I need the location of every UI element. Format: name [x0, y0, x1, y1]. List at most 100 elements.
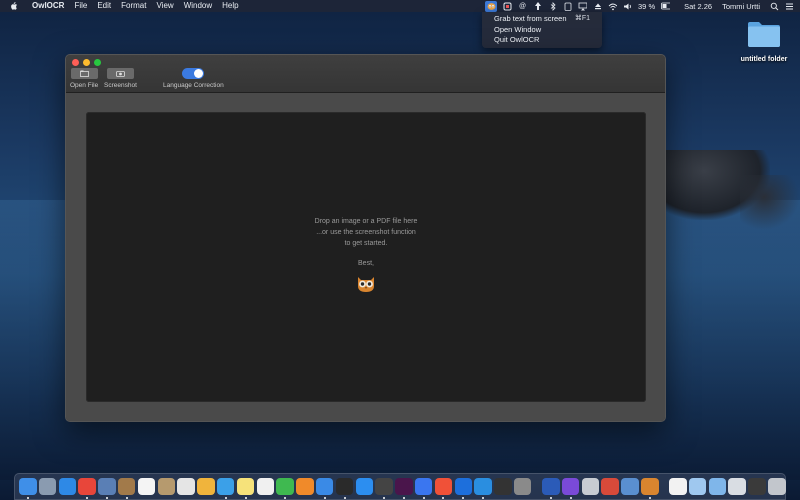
- vscode-icon[interactable]: [474, 477, 492, 500]
- drop-instructions-line1: Drop an image or a PDF file here: [314, 218, 418, 225]
- language-correction-toggle[interactable]: [182, 68, 205, 79]
- running-indicator: [648, 497, 651, 500]
- document-icon[interactable]: [669, 477, 687, 496]
- console-icon[interactable]: [513, 477, 532, 496]
- screenshot-button[interactable]: [106, 68, 134, 79]
- menu-file[interactable]: File: [74, 0, 87, 12]
- image-drop-zone[interactable]: Drop an image or a PDF file here ...or u…: [86, 112, 646, 402]
- pages-icon[interactable]: [256, 477, 275, 496]
- menu-edit[interactable]: Edit: [97, 0, 111, 12]
- battery-percentage: 39 %: [638, 1, 656, 11]
- running-indicator: [26, 497, 29, 500]
- filemerge-icon[interactable]: [621, 477, 639, 496]
- contacts-icon[interactable]: [157, 477, 176, 496]
- keynote-icon[interactable]: [315, 477, 334, 500]
- owlocr-status-icon[interactable]: [485, 0, 498, 12]
- dock: [14, 473, 786, 500]
- running-indicator: [105, 497, 108, 500]
- minimize-button[interactable]: [83, 59, 90, 66]
- scanner-icon[interactable]: [581, 477, 600, 496]
- chrome-icon[interactable]: [78, 477, 96, 500]
- running-indicator: [462, 497, 465, 500]
- xcode-icon[interactable]: [454, 477, 473, 500]
- terminal-doc-icon[interactable]: [748, 477, 766, 496]
- menu-bar-clock[interactable]: Sat 2.26: [684, 2, 712, 11]
- eject-icon[interactable]: [593, 2, 602, 11]
- battery-icon[interactable]: [661, 2, 671, 11]
- menu-item-grab-text-label: Grab text from screen: [494, 14, 567, 23]
- signal-icon[interactable]: [414, 477, 433, 500]
- instruments-icon[interactable]: [494, 477, 512, 496]
- folder-downloads-icon[interactable]: [708, 477, 727, 496]
- books-icon[interactable]: [296, 477, 314, 496]
- menu-item-grab-text[interactable]: Grab text from screen ⌘F1: [482, 14, 602, 25]
- menu-item-quit-label: Quit OwlOCR: [494, 35, 540, 44]
- menu-item-quit[interactable]: Quit OwlOCR: [482, 35, 602, 46]
- menu-window[interactable]: Window: [184, 0, 212, 12]
- preview-photos-icon[interactable]: [177, 477, 195, 496]
- screenshot-tool[interactable]: Screenshot: [104, 68, 137, 89]
- menu-view[interactable]: View: [156, 0, 173, 12]
- activity-monitor-icon[interactable]: [375, 477, 393, 500]
- language-correction-label: Language Correction: [163, 82, 224, 89]
- clipboard-icon[interactable]: [563, 2, 572, 11]
- app-store-icon[interactable]: [355, 477, 374, 496]
- menu-bar-user[interactable]: Tommi Urtti: [722, 2, 760, 11]
- airplay-icon[interactable]: [578, 2, 588, 11]
- menu-format[interactable]: Format: [121, 0, 146, 12]
- running-indicator: [383, 497, 386, 500]
- word-icon[interactable]: [542, 477, 560, 500]
- slack-icon[interactable]: [395, 477, 413, 500]
- messages-blue-icon[interactable]: [216, 477, 235, 500]
- desktop-folder[interactable]: untitled folder: [733, 20, 795, 63]
- volume-icon[interactable]: [623, 2, 632, 11]
- owlocr-window: Open File Screenshot Language Correction…: [65, 54, 666, 422]
- desktop-folder-label: untitled folder: [740, 56, 788, 63]
- photos-icon[interactable]: [197, 477, 215, 496]
- menu-item-grab-text-shortcut: ⌘F1: [574, 15, 590, 22]
- calendar-icon[interactable]: [137, 477, 156, 496]
- wifi-icon[interactable]: [608, 2, 618, 11]
- screen-record-icon[interactable]: [503, 2, 512, 11]
- preview-icon[interactable]: [98, 477, 116, 500]
- owlocr-icon[interactable]: [641, 477, 659, 500]
- screenshot-icon[interactable]: [728, 477, 746, 496]
- bluetooth-icon[interactable]: [548, 1, 557, 11]
- safari-icon[interactable]: [58, 477, 77, 496]
- apple-menu-icon[interactable]: [10, 1, 20, 11]
- terminal-icon[interactable]: [335, 477, 354, 500]
- folder-icon[interactable]: [688, 477, 707, 496]
- running-indicator: [284, 497, 287, 500]
- drop-signoff: Best,: [358, 260, 374, 267]
- finder-icon[interactable]: [19, 477, 37, 500]
- photo-booth-icon[interactable]: [601, 477, 619, 496]
- cloud-sync-icon[interactable]: [533, 1, 542, 11]
- menu-item-open-window[interactable]: Open Window: [482, 25, 602, 36]
- trash-icon[interactable]: [768, 477, 786, 496]
- zoom-button[interactable]: [94, 59, 101, 66]
- notes-icon[interactable]: [236, 477, 255, 500]
- desktop-wallpaper-rock: [740, 175, 800, 230]
- language-correction-tool[interactable]: Language Correction: [163, 68, 224, 89]
- launchpad-icon[interactable]: [38, 477, 57, 496]
- open-file-tool[interactable]: Open File: [70, 68, 98, 89]
- close-button[interactable]: [72, 59, 79, 66]
- running-indicator: [224, 497, 227, 500]
- spotlight-search-icon[interactable]: [770, 2, 779, 11]
- window-controls: [72, 59, 101, 66]
- folder-open-icon: [79, 70, 89, 77]
- running-indicator: [125, 497, 128, 500]
- numbers-icon[interactable]: [276, 477, 294, 500]
- at-sign-icon[interactable]: @: [518, 2, 527, 11]
- notes-brown-icon[interactable]: [117, 477, 136, 500]
- menu-help[interactable]: Help: [222, 0, 238, 12]
- imovie-icon[interactable]: [561, 477, 580, 500]
- menu-item-open-window-label: Open Window: [494, 24, 542, 34]
- menu-bar: OwlOCR File Edit Format View Window Help…: [0, 0, 800, 12]
- running-indicator: [244, 497, 247, 500]
- menu-app-name[interactable]: OwlOCR: [32, 0, 64, 12]
- notification-center-icon[interactable]: [785, 2, 794, 11]
- window-toolbar: Open File Screenshot Language Correction: [66, 55, 665, 93]
- swift-icon[interactable]: [434, 477, 453, 500]
- open-file-button[interactable]: [70, 68, 98, 79]
